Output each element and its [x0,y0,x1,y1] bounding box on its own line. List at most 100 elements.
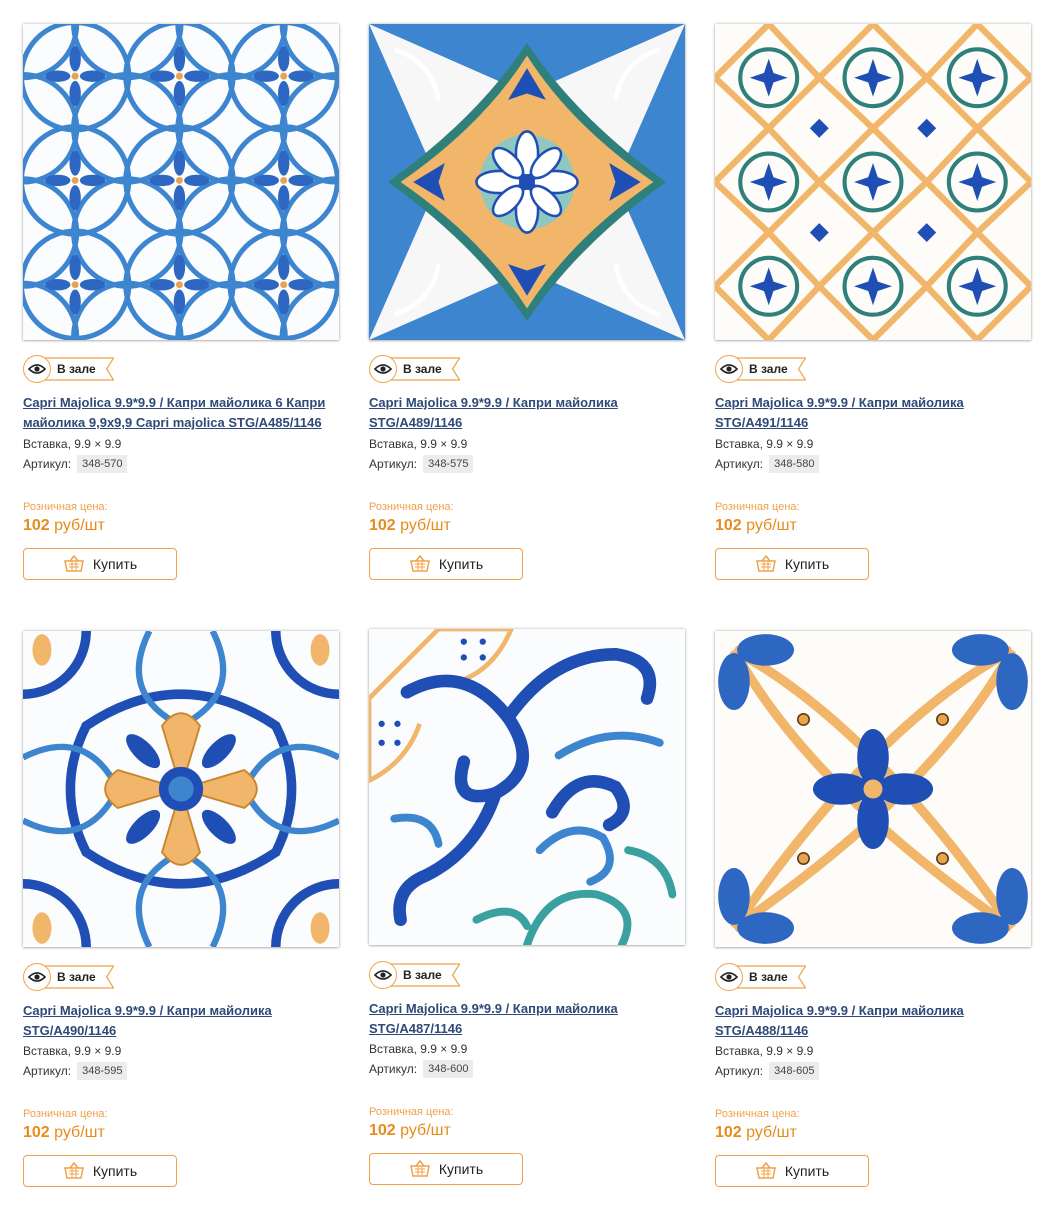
product-title-link[interactable]: Capri Majolica 9.9*9.9 / Капри майолика … [23,1001,353,1041]
price-unit: руб/шт [400,1122,451,1139]
price-label: Розничная цена: [715,501,800,513]
product-sku: Артикул: 348-570 [23,455,128,473]
product-image[interactable] [23,24,339,340]
badge-label: В зале [389,357,460,381]
price-unit: руб/шт [746,1124,797,1141]
sku-value: 348-570 [77,455,128,473]
sku-label: Артикул: [23,1064,72,1078]
price-label: Розничная цена: [715,1108,800,1120]
sku-label: Артикул: [23,457,72,471]
buy-label: Купить [92,556,138,572]
product-title-link[interactable]: Capri Majolica 9.9*9.9 / Капри майолика … [23,393,353,433]
buy-button[interactable]: Купить [369,1153,523,1185]
product-image[interactable] [369,24,685,340]
product-size: Вставка, 9.9 × 9.9 [715,1044,814,1058]
product-sku: Артикул: 348-575 [369,455,474,473]
product-grid: В зале Capri Majolica 9.9*9.9 / Капри ма… [0,0,1057,1200]
product-sku: Артикул: 348-600 [369,1060,474,1078]
product-sku: Артикул: 348-580 [715,455,820,473]
product-card: В зале Capri Majolica 9.9*9.9 / Капри ма… [369,24,699,604]
buy-label: Купить [438,1161,484,1177]
price-value: 102 [715,517,742,534]
buy-label: Купить [92,1163,138,1179]
price-label: Розничная цена: [369,1106,454,1118]
price-unit: руб/шт [54,517,105,534]
product-size: Вставка, 9.9 × 9.9 [23,437,122,451]
sku-label: Артикул: [715,1064,764,1078]
eye-icon [715,963,743,991]
eye-icon [23,355,51,383]
price-unit: руб/шт [746,517,797,534]
price-label: Розничная цена: [23,1108,108,1120]
price: 102 руб/шт [369,517,451,535]
sku-value: 348-580 [769,455,820,473]
product-size: Вставка, 9.9 × 9.9 [369,1042,468,1056]
basket-icon [755,1162,776,1179]
in-showroom-badge[interactable]: В зале [369,960,460,990]
tile-pattern [369,629,685,945]
price-value: 102 [369,517,396,534]
product-sku: Артикул: 348-595 [23,1062,128,1080]
basket-icon [409,555,430,572]
price-unit: руб/шт [54,1124,105,1141]
buy-label: Купить [784,1163,830,1179]
product-card: В зале Capri Majolica 9.9*9.9 / Капри ма… [715,24,1045,604]
sku-value: 348-595 [77,1062,128,1080]
price-unit: руб/шт [400,517,451,534]
price-value: 102 [23,517,50,534]
sku-value: 348-575 [423,455,474,473]
badge-label: В зале [735,965,806,989]
eye-icon [23,963,51,991]
product-title-link[interactable]: Capri Majolica 9.9*9.9 / Капри майолика … [715,393,1045,433]
price: 102 руб/шт [23,517,105,535]
price: 102 руб/шт [715,1124,797,1142]
sku-label: Артикул: [369,1062,418,1076]
buy-button[interactable]: Купить [23,1155,177,1187]
product-image[interactable] [369,629,685,945]
sku-label: Артикул: [369,457,418,471]
tile-pattern [23,24,339,340]
sku-label: Артикул: [715,457,764,471]
product-card: В зале Capri Majolica 9.9*9.9 / Капри ма… [369,629,699,1209]
product-card: В зале Capri Majolica 9.9*9.9 / Капри ма… [715,631,1045,1211]
product-size: Вставка, 9.9 × 9.9 [23,1044,122,1058]
in-showroom-badge[interactable]: В зале [715,354,806,384]
product-title-link[interactable]: Capri Majolica 9.9*9.9 / Капри майолика … [715,1001,1045,1041]
buy-button[interactable]: Купить [715,1155,869,1187]
product-image[interactable] [715,24,1031,340]
tile-pattern [715,631,1031,947]
product-title-link[interactable]: Capri Majolica 9.9*9.9 / Капри майолика … [369,999,699,1039]
product-image[interactable] [715,631,1031,947]
basket-icon [409,1160,430,1177]
eye-icon [715,355,743,383]
basket-icon [755,555,776,572]
product-card: В зале Capri Majolica 9.9*9.9 / Капри ма… [23,24,353,604]
buy-button[interactable]: Купить [715,548,869,580]
sku-value: 348-600 [423,1060,474,1078]
tile-pattern [369,24,685,340]
badge-label: В зале [43,357,114,381]
product-size: Вставка, 9.9 × 9.9 [715,437,814,451]
in-showroom-badge[interactable]: В зале [23,354,114,384]
tile-pattern [715,24,1031,340]
product-sku: Артикул: 348-605 [715,1062,820,1080]
in-showroom-badge[interactable]: В зале [715,962,806,992]
price: 102 руб/шт [23,1124,105,1142]
basket-icon [63,555,84,572]
buy-button[interactable]: Купить [369,548,523,580]
in-showroom-badge[interactable]: В зале [23,962,114,992]
product-title-link[interactable]: Capri Majolica 9.9*9.9 / Капри майолика … [369,393,699,433]
eye-icon [369,961,397,989]
sku-value: 348-605 [769,1062,820,1080]
price-label: Розничная цена: [23,501,108,513]
tile-pattern [23,631,339,947]
product-image[interactable] [23,631,339,947]
in-showroom-badge[interactable]: В зале [369,354,460,384]
buy-button[interactable]: Купить [23,548,177,580]
price-value: 102 [23,1124,50,1141]
badge-label: В зале [735,357,806,381]
buy-label: Купить [438,556,484,572]
basket-icon [63,1162,84,1179]
eye-icon [369,355,397,383]
badge-label: В зале [43,965,114,989]
